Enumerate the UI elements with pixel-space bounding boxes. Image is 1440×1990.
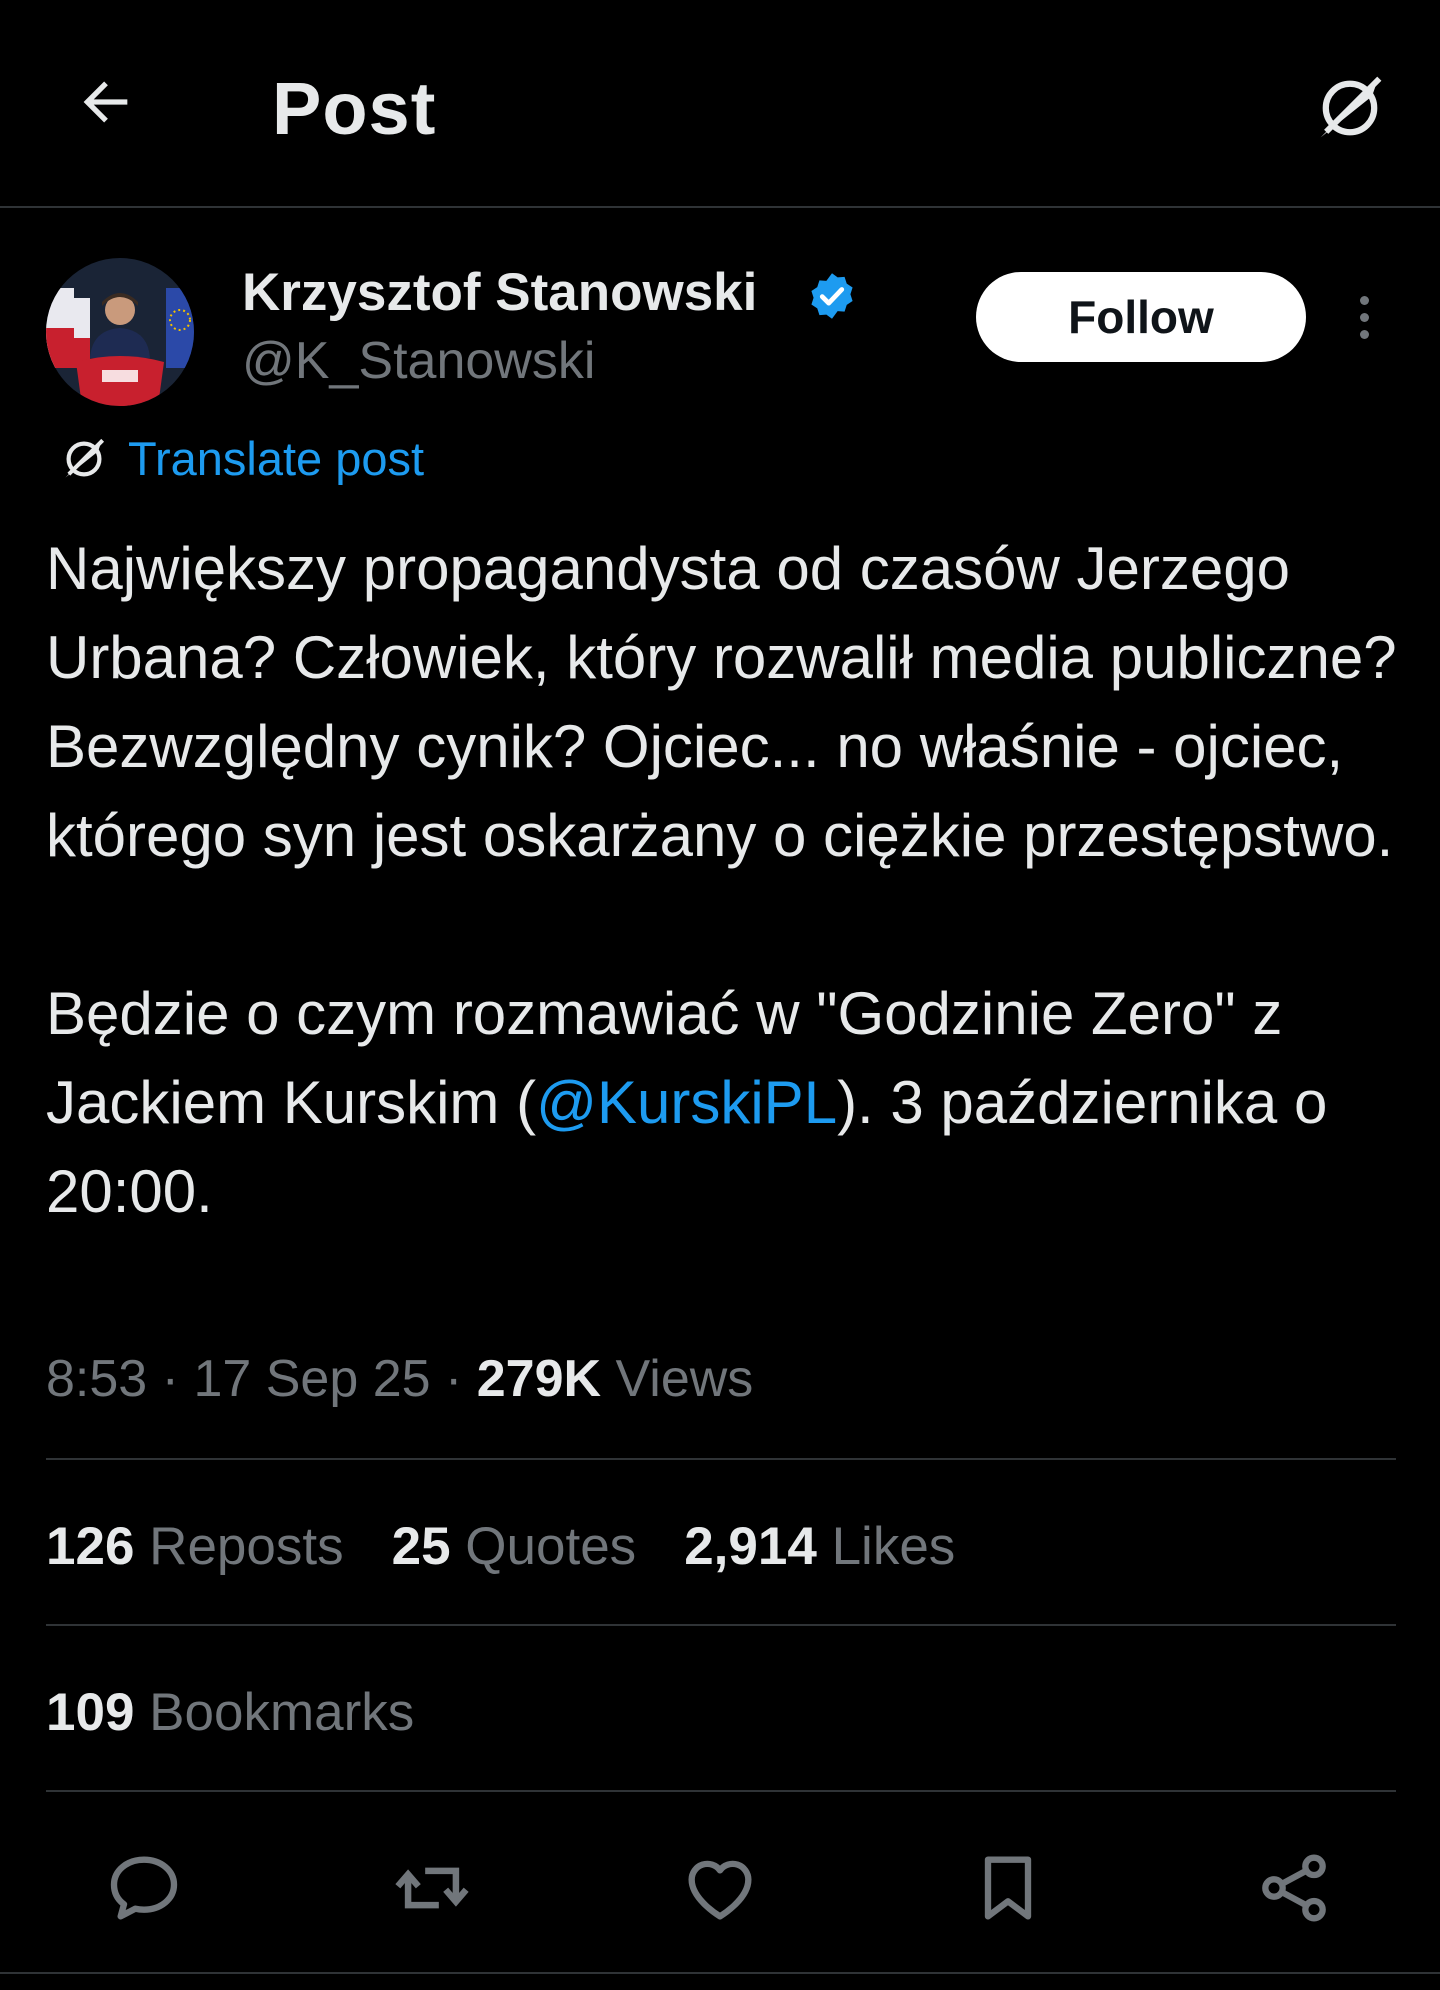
quotes-label: Quotes [465,1517,637,1576]
bookmarks-count: 109 [46,1683,135,1742]
top-bar [0,0,1440,208]
views-label: Views [615,1350,754,1408]
translate-post-link[interactable]: Translate post [56,424,424,494]
quotes-count: 25 [391,1517,451,1576]
more-options-button[interactable] [1340,284,1388,350]
post-date[interactable]: 17 Sep 25 [193,1350,430,1408]
reposts-stat[interactable]: 126 Reposts [46,1512,344,1582]
repost-icon [395,1867,469,1909]
more-dots-icon [1359,295,1369,305]
post-paragraph: Największy propagandysta od czasów Jerze… [46,535,1397,869]
reposts-label: Reposts [149,1517,344,1576]
back-button[interactable] [72,68,140,136]
share-button[interactable] [1244,1838,1344,1938]
divider [46,1624,1396,1626]
likes-stat[interactable]: 2,914 Likes [684,1512,955,1582]
engagement-stats: 126 Reposts 25 Quotes 2,914 Likes [46,1512,955,1582]
reply-icon [110,1856,178,1920]
arrow-left-icon [83,81,128,123]
verified-badge-icon [806,270,858,322]
author-name[interactable]: Krzysztof Stanowski [242,262,757,324]
mention-link[interactable]: @KurskiPL [536,1069,837,1136]
bookmark-icon [984,1856,1032,1920]
bookmark-button[interactable] [958,1838,1058,1938]
like-icon [688,1860,752,1920]
post-text: Największy propagandysta od czasów Jerze… [46,524,1406,1236]
avatar[interactable] [46,258,194,406]
bookmarks-label: Bookmarks [149,1683,415,1742]
author-handle[interactable]: @K_Stanowski [242,330,595,392]
divider [46,1458,1396,1460]
like-button[interactable] [670,1838,770,1938]
divider [0,1972,1440,1974]
likes-count: 2,914 [684,1517,817,1576]
translate-button[interactable] [1300,60,1400,156]
views-count: 279K [476,1350,602,1408]
post-paragraph: Będzie o czym rozmawiać w "Godzinie Zero… [46,969,1406,1236]
reposts-count: 126 [46,1517,135,1576]
share-icon [1262,1854,1326,1922]
avatar-image [46,258,194,406]
follow-button[interactable]: Follow [976,272,1306,362]
post-time[interactable]: 8:53 [46,1350,147,1408]
quotes-stat[interactable]: 25 Quotes [392,1512,637,1582]
post-meta: 8:53 · 17 Sep 25 · 279K Views [46,1350,754,1408]
page-title: Post [272,67,437,150]
translate-post-label: Translate post [128,432,425,485]
likes-label: Likes [831,1517,956,1576]
translate-icon [65,438,105,478]
divider [46,1790,1396,1792]
reply-button[interactable] [94,1838,194,1938]
bookmarks-stat[interactable]: 109 Bookmarks [46,1678,414,1748]
translate-icon [1320,76,1382,138]
repost-button[interactable] [382,1838,482,1938]
